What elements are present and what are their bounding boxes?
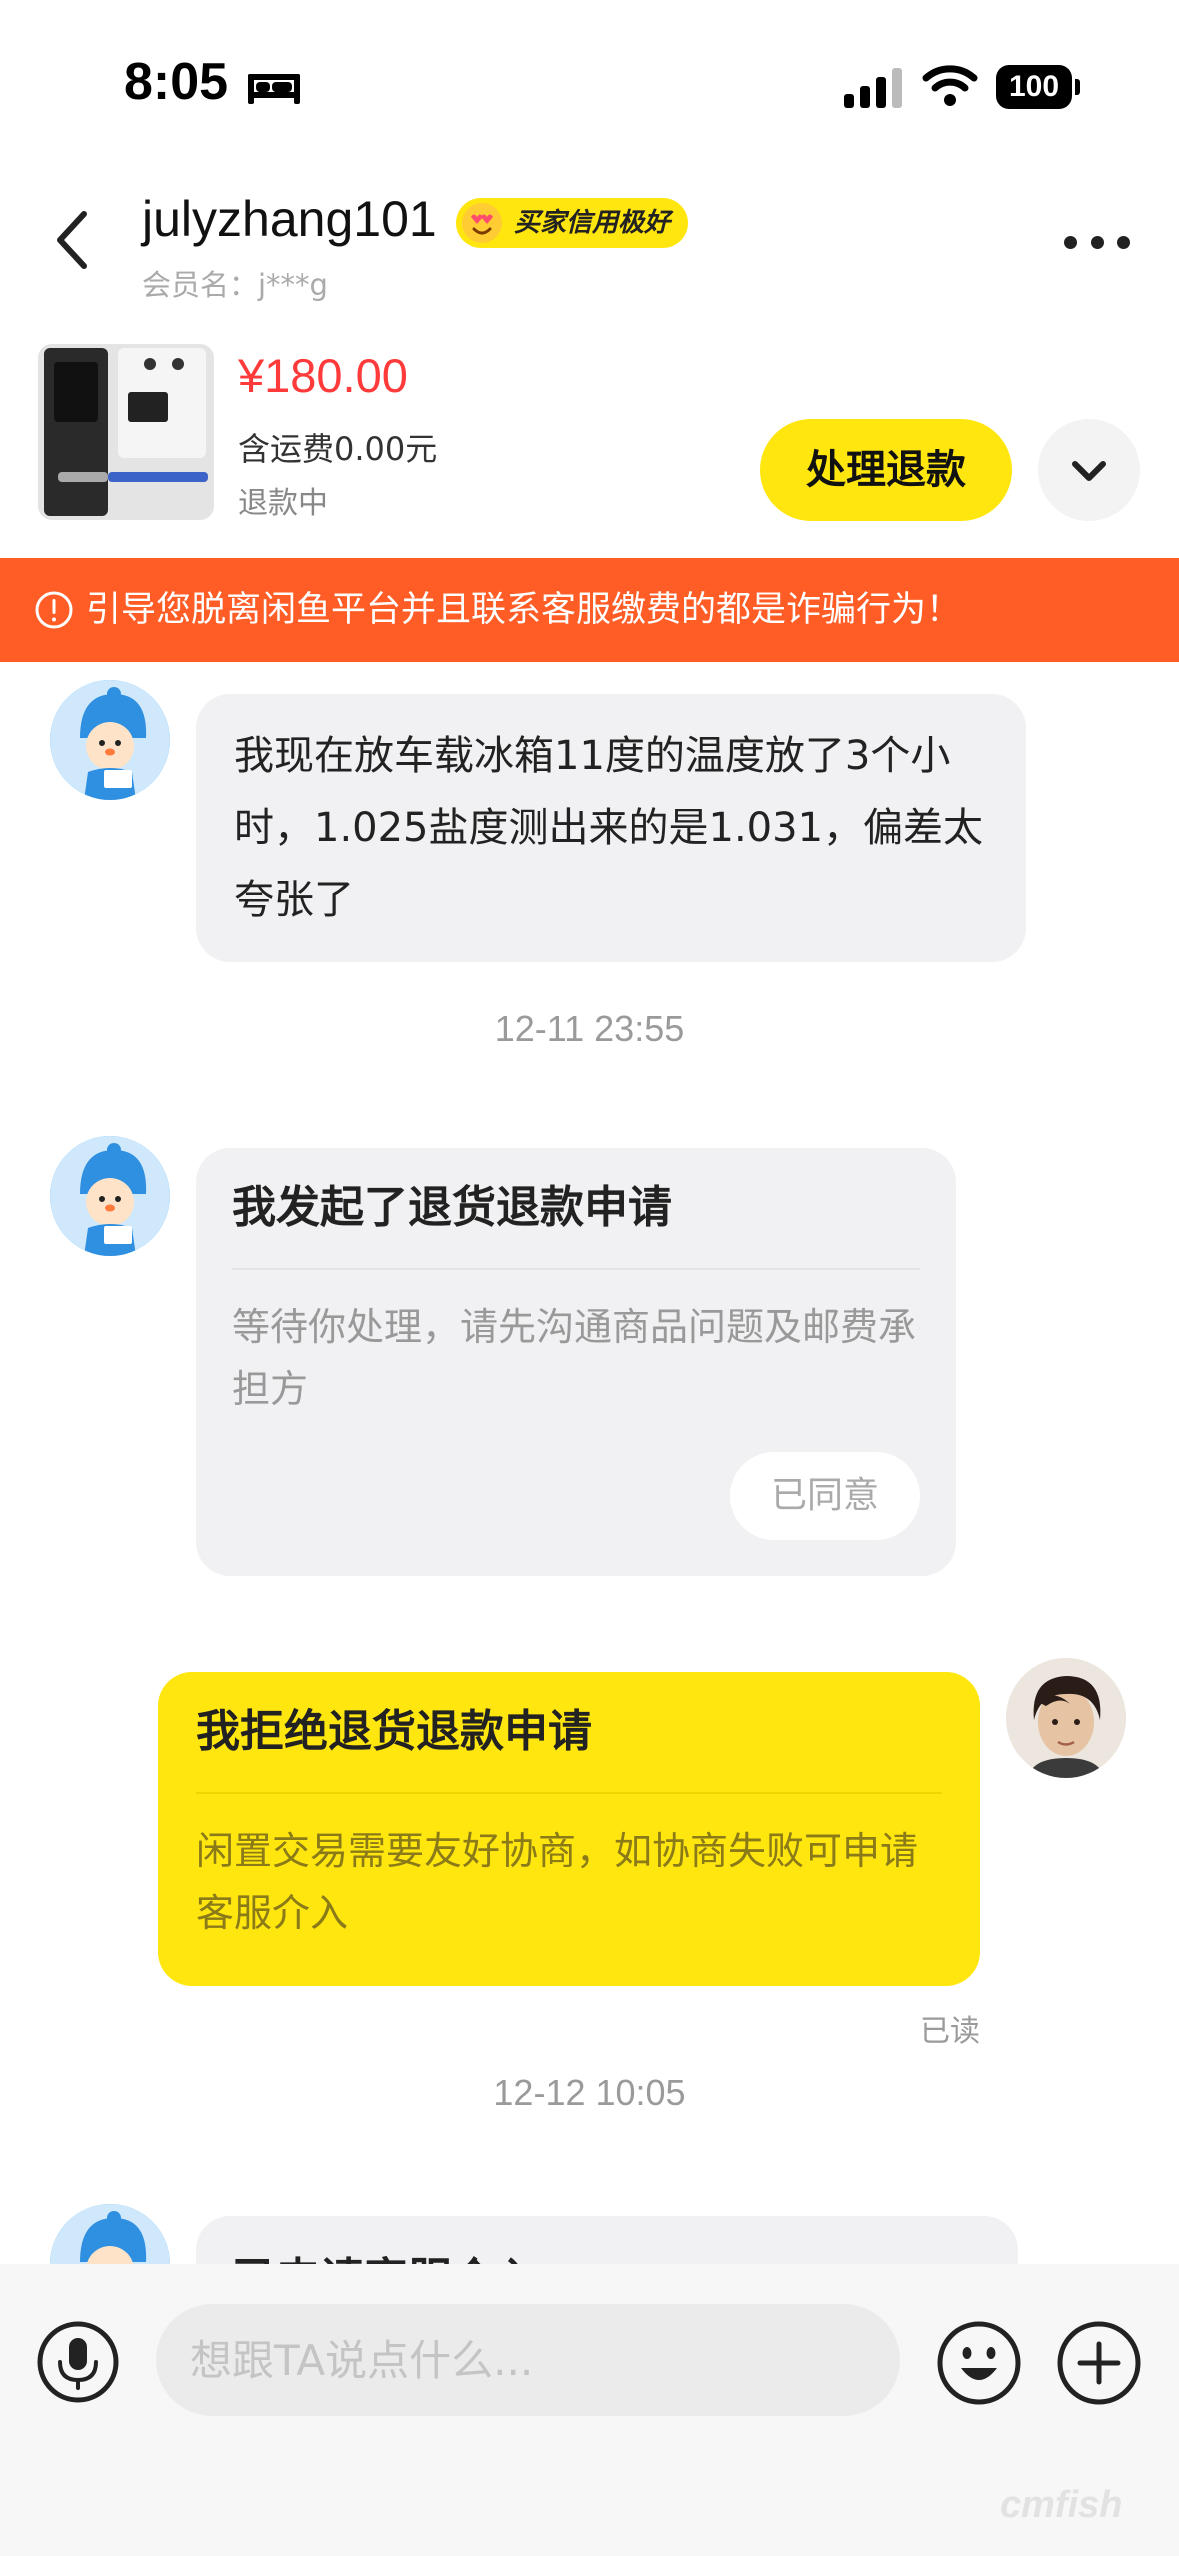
card-divider xyxy=(232,1268,920,1270)
chevron-down-icon[interactable] xyxy=(1038,419,1140,521)
buyer-avatar[interactable] xyxy=(50,2204,170,2264)
member-name: 会员名：j***g xyxy=(142,268,328,302)
message-text: 我现在放车载冰箱11度的温度放了3个小时，1.025盐度测出来的是1.031，偏… xyxy=(234,733,984,923)
card-description: 等待你处理，请先沟通商品问题及邮费承担方 xyxy=(232,1305,917,1411)
buyer-avatar[interactable] xyxy=(50,680,170,800)
wifi-icon xyxy=(922,65,978,106)
status-time: 8:05 xyxy=(124,53,229,111)
message-input[interactable] xyxy=(156,2304,900,2416)
more-dot-icon xyxy=(1117,235,1130,249)
user-photo-avatar-icon xyxy=(1006,1658,1126,1778)
microphone-icon[interactable] xyxy=(36,2320,120,2404)
fraud-warning-banner: 引导您脱离闲鱼平台并且联系客服缴费的都是诈骗行为！ xyxy=(0,558,1179,662)
read-receipt: 已读 xyxy=(920,2014,980,2049)
back-button[interactable] xyxy=(44,200,104,280)
cartoon-avatar-icon xyxy=(50,1136,170,1256)
card-divider xyxy=(196,1792,942,1794)
buyer-avatar[interactable] xyxy=(50,1136,170,1256)
warning-icon xyxy=(35,591,73,629)
chat-messages[interactable]: 我现在放车载冰箱11度的温度放了3个小时，1.025盐度测出来的是1.031，偏… xyxy=(0,662,1179,2264)
signal-icon xyxy=(844,68,902,108)
customer-service-card[interactable]: 已申请客服介入 xyxy=(196,2216,1018,2264)
more-dot-icon xyxy=(1064,235,1077,249)
handle-refund-button[interactable]: 处理退款 xyxy=(760,419,1012,521)
plus-icon[interactable] xyxy=(1056,2320,1142,2406)
message-input-bar: cmfish xyxy=(0,2264,1179,2556)
emoji-icon[interactable] xyxy=(936,2320,1022,2406)
message-timestamp: 12-11 23:55 xyxy=(494,1008,685,1049)
card-description: 闲置交易需要友好协商，如协商失败可申请客服介入 xyxy=(196,1829,919,1935)
chat-partner-name[interactable]: julyzhang101 xyxy=(142,190,437,248)
message-timestamp: 12-12 10:05 xyxy=(493,2072,686,2113)
status-bar: 8:05 100 xyxy=(0,0,1179,170)
credit-badge-label: 买家信用极好 xyxy=(514,208,671,238)
refund-rejected-card[interactable]: 我拒绝退货退款申请 闲置交易需要友好协商，如协商失败可申请客服介入 xyxy=(158,1672,980,1986)
battery-icon: 100 xyxy=(996,65,1080,109)
product-thumbnail[interactable] xyxy=(38,344,214,520)
card-title: 我拒绝退货退款申请 xyxy=(196,1706,592,1757)
cartoon-avatar-icon xyxy=(50,680,170,800)
product-shipping: 含运费0.00元 xyxy=(238,430,438,468)
product-status: 退款中 xyxy=(238,486,328,521)
more-options-button[interactable] xyxy=(1064,230,1130,254)
credit-badge[interactable]: 买家信用极好 xyxy=(456,198,689,248)
battery-level: 100 xyxy=(996,65,1072,109)
agreed-button[interactable]: 已同意 xyxy=(730,1452,920,1540)
product-price: ¥180.00 xyxy=(238,349,408,402)
cartoon-avatar-icon xyxy=(50,2204,170,2264)
card-title: 我发起了退货退款申请 xyxy=(232,1182,672,1233)
watermark: cmfish xyxy=(1000,2484,1123,2526)
message-bubble[interactable]: 我现在放车载冰箱11度的温度放了3个小时，1.025盐度测出来的是1.031，偏… xyxy=(196,694,1026,962)
fraud-warning-text: 引导您脱离闲鱼平台并且联系客服缴费的都是诈骗行为！ xyxy=(86,590,962,630)
refund-request-card[interactable]: 我发起了退货退款申请 等待你处理，请先沟通商品问题及邮费承担方 已同意 xyxy=(196,1148,956,1576)
heart-eyes-emoji-icon xyxy=(462,203,502,243)
my-avatar[interactable] xyxy=(1006,1658,1126,1778)
card-title: 已申请客服介入 xyxy=(232,2250,982,2264)
product-image xyxy=(38,344,214,520)
bed-icon xyxy=(248,74,300,104)
more-dot-icon xyxy=(1090,235,1104,249)
